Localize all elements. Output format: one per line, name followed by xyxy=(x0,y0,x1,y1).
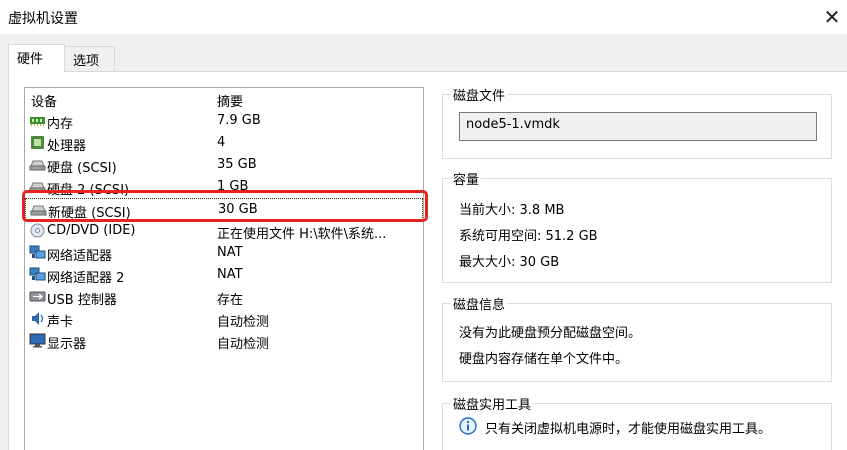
device-summary: NAT xyxy=(217,267,243,282)
device-name: 声卡 xyxy=(47,315,74,330)
device-name: USB 控制器 xyxy=(47,293,117,308)
network-icon xyxy=(29,267,46,281)
disk-icon xyxy=(29,160,46,171)
disk-file-group: 磁盘文件 node5-1.vmdk xyxy=(442,85,832,159)
device-row-display[interactable]: 显示器 自动检测 xyxy=(25,330,423,352)
device-row-new-disk[interactable]: 新硬盘 (SCSI) 30 GB xyxy=(25,198,423,221)
list-header: 设备 摘要 xyxy=(25,88,423,110)
device-row-memory[interactable]: 内存 7.9 GB xyxy=(25,110,423,132)
device-row-network-2[interactable]: 网络适配器 2 NAT xyxy=(25,264,423,286)
column-header-device[interactable]: 设备 xyxy=(31,91,57,110)
storage-mode-text: 硬盘内容存储在单个文件中。 xyxy=(459,352,629,367)
usb-icon xyxy=(29,291,46,302)
disk-utilities-legend: 磁盘实用工具 xyxy=(451,394,534,413)
window-title: 虚拟机设置 xyxy=(8,11,78,27)
device-name: 新硬盘 (SCSI) xyxy=(48,206,131,221)
close-button[interactable]: ✕ xyxy=(817,0,847,34)
monitor-icon xyxy=(29,333,46,348)
current-size-text: 当前大小: 3.8 MB xyxy=(459,203,565,218)
device-row-usb[interactable]: USB 控制器 存在 xyxy=(25,286,423,308)
device-row-disk-scsi[interactable]: 硬盘 (SCSI) 35 GB xyxy=(25,154,423,176)
device-name: 网络适配器 2 xyxy=(47,271,125,286)
speaker-icon xyxy=(32,312,44,325)
hardware-panel: 设备 摘要 内存 7.9 GB 处理器 4 硬盘 (SCSI) 35 GB 硬盘… xyxy=(8,71,847,450)
device-summary: 存在 xyxy=(217,293,244,308)
memory-icon xyxy=(30,117,45,126)
disk-info-legend: 磁盘信息 xyxy=(451,294,508,313)
disk-utilities-group: 磁盘实用工具 只有关闭虚拟机电源时，才能使用磁盘实用工具。 xyxy=(442,394,832,450)
device-name: 硬盘 2 (SCSI) xyxy=(47,183,130,198)
device-summary: 自动检测 xyxy=(217,337,270,352)
dialog-body: 硬件 选项 设备 摘要 内存 7.9 GB 处理器 4 硬盘 (SCSI) 35… xyxy=(0,34,847,450)
preallocation-text: 没有为此硬盘预分配磁盘空间。 xyxy=(459,326,642,341)
max-size-text: 最大大小: 30 GB xyxy=(459,255,560,270)
device-name: 硬盘 (SCSI) xyxy=(47,161,117,176)
tab-hardware[interactable]: 硬件 xyxy=(8,44,65,72)
utilities-note-text: 只有关闭虚拟机电源时，才能使用磁盘实用工具。 xyxy=(485,422,772,437)
device-summary: 7.9 GB xyxy=(217,113,261,128)
device-summary: 30 GB xyxy=(218,202,258,217)
system-free-text: 系统可用空间: 51.2 GB xyxy=(459,229,598,244)
device-summary: NAT xyxy=(217,245,243,260)
device-name: 显示器 xyxy=(47,337,87,352)
capacity-legend: 容量 xyxy=(451,169,482,188)
device-name: 网络适配器 xyxy=(47,249,113,264)
info-icon xyxy=(459,417,477,435)
disk-info-group: 磁盘信息 没有为此硬盘预分配磁盘空间。 硬盘内容存储在单个文件中。 xyxy=(442,294,832,382)
device-name: 处理器 xyxy=(47,139,87,154)
network-icon xyxy=(29,245,46,259)
device-row-disk-2[interactable]: 硬盘 2 (SCSI) 1 GB xyxy=(25,176,423,198)
cd-icon xyxy=(30,223,45,238)
device-summary: 1 GB xyxy=(217,179,249,194)
processor-icon xyxy=(31,136,44,149)
disk-icon xyxy=(30,205,47,216)
close-icon: ✕ xyxy=(823,5,841,29)
device-row-processor[interactable]: 处理器 4 xyxy=(25,132,423,154)
device-row-sound[interactable]: 声卡 自动检测 xyxy=(25,308,423,330)
column-header-summary[interactable]: 摘要 xyxy=(217,91,422,110)
device-name: 内存 xyxy=(47,117,74,132)
device-summary: 35 GB xyxy=(217,157,257,172)
disk-file-legend: 磁盘文件 xyxy=(451,85,508,104)
device-summary: 4 xyxy=(217,135,226,150)
device-name: CD/DVD (IDE) xyxy=(47,223,136,238)
title-bar: 虚拟机设置 ✕ xyxy=(0,0,847,34)
device-summary: 正在使用文件 H:\软件\系统... xyxy=(217,227,387,242)
disk-icon xyxy=(29,182,46,193)
disk-file-field[interactable]: node5-1.vmdk xyxy=(459,112,817,141)
device-summary: 自动检测 xyxy=(217,315,270,330)
capacity-group: 容量 当前大小: 3.8 MB 系统可用空间: 51.2 GB 最大大小: 30… xyxy=(442,169,832,283)
device-row-cd-dvd[interactable]: CD/DVD (IDE) 正在使用文件 H:\软件\系统... xyxy=(25,220,423,242)
device-row-network-1[interactable]: 网络适配器 NAT xyxy=(25,242,423,264)
device-list[interactable]: 设备 摘要 内存 7.9 GB 处理器 4 硬盘 (SCSI) 35 GB 硬盘… xyxy=(22,87,428,450)
tab-options[interactable]: 选项 xyxy=(64,46,115,71)
